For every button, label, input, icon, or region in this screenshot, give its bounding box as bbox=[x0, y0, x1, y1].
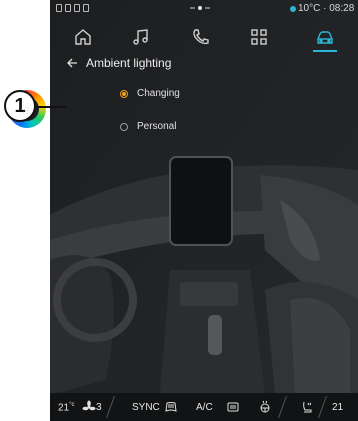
bluetooth-icon bbox=[56, 4, 62, 12]
wifi-icon bbox=[74, 4, 80, 12]
phone-icon bbox=[193, 29, 209, 45]
car-icon bbox=[317, 31, 333, 44]
windshield-defrost-icon[interactable] bbox=[164, 400, 178, 414]
sun-brightness-icon bbox=[21, 103, 33, 115]
climate-bar: 21°c 3 SYNC A/C 21 bbox=[50, 393, 358, 421]
page-indicator bbox=[190, 6, 210, 10]
left-temperature[interactable]: 21°c bbox=[58, 402, 75, 413]
nav-phone[interactable] bbox=[186, 24, 216, 50]
callout-leader-line bbox=[36, 106, 66, 108]
status-icons bbox=[56, 4, 89, 12]
nav-vehicle[interactable] bbox=[310, 24, 340, 52]
phone-signal-icon bbox=[83, 4, 89, 12]
heated-steering-wheel-icon[interactable] bbox=[258, 400, 272, 414]
home-icon bbox=[75, 29, 91, 45]
right-temperature[interactable]: 21 bbox=[332, 402, 343, 413]
heated-seat-icon[interactable] bbox=[300, 400, 314, 414]
fan-icon bbox=[82, 400, 96, 411]
nav-apps[interactable] bbox=[244, 24, 274, 50]
ac-button[interactable]: A/C bbox=[196, 402, 213, 413]
top-navigation bbox=[50, 20, 358, 52]
outside-temperature-time: 10°C · 08:28 bbox=[298, 3, 355, 14]
fan-level[interactable]: 3 bbox=[96, 402, 102, 413]
sync-button[interactable]: SYNC bbox=[132, 402, 160, 413]
radio-changing[interactable] bbox=[120, 89, 128, 98]
option-personal[interactable]: Personal bbox=[120, 121, 176, 132]
status-bar: 10°C · 08:28 bbox=[50, 0, 358, 18]
weather-dot-icon bbox=[290, 6, 296, 12]
option-label-personal: Personal bbox=[137, 121, 177, 132]
radio-personal[interactable] bbox=[120, 122, 128, 131]
usb-icon bbox=[65, 4, 71, 12]
apps-grid-icon bbox=[251, 29, 267, 45]
page-title: Ambient lighting bbox=[86, 56, 172, 70]
rear-defrost-icon[interactable] bbox=[226, 400, 240, 414]
music-note-icon bbox=[133, 29, 148, 45]
option-label-changing: Changing bbox=[137, 88, 180, 99]
nav-media[interactable] bbox=[126, 24, 156, 50]
infotainment-screen: 10°C · 08:28 Ambient lighting Changing P… bbox=[50, 0, 358, 421]
nav-home[interactable] bbox=[68, 24, 98, 50]
option-changing[interactable]: Changing bbox=[120, 88, 180, 99]
back-arrow-icon[interactable] bbox=[66, 57, 78, 69]
